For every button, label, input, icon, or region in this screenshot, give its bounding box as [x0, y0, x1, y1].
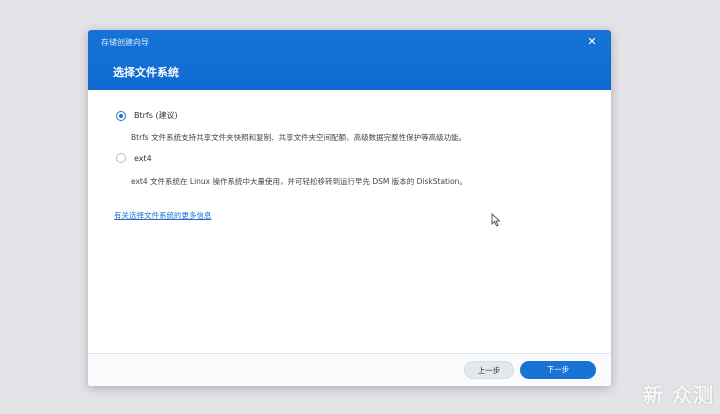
option-ext4[interactable]: ext4: [116, 153, 152, 163]
dialog-header: 存储创建向导 ✕ 选择文件系统: [88, 30, 611, 90]
option-btrfs[interactable]: Btrfs (建议): [116, 110, 178, 121]
step-title: 选择文件系统: [113, 66, 179, 79]
option-ext4-description: ext4 文件系统在 Linux 操作系统中大量使用，并可轻松移转到运行早先 D…: [131, 177, 467, 186]
mouse-cursor-icon: [491, 213, 501, 227]
dialog-footer: 上一步 下一步: [88, 353, 611, 386]
radio-btrfs[interactable]: [116, 110, 126, 121]
next-button[interactable]: 下一步: [520, 361, 596, 379]
option-btrfs-label: Btrfs (建议): [134, 111, 178, 120]
option-btrfs-description: Btrfs 文件系统支持共享文件夹快照和复制、共享文件夹空间配额、高级数据完整性…: [131, 133, 467, 142]
radio-ext4[interactable]: [116, 153, 126, 163]
close-icon[interactable]: ✕: [585, 35, 599, 49]
storage-wizard-dialog: 存储创建向导 ✕ 选择文件系统 Btrfs (建议) Btrfs 文件系统支持共…: [88, 30, 611, 386]
previous-button[interactable]: 上一步: [464, 361, 514, 379]
watermark: 新 众测: [643, 383, 714, 407]
more-info-link[interactable]: 有关选择文件系统的更多信息: [114, 210, 212, 221]
option-ext4-label: ext4: [134, 153, 152, 163]
window-title: 存储创建向导: [101, 38, 149, 47]
